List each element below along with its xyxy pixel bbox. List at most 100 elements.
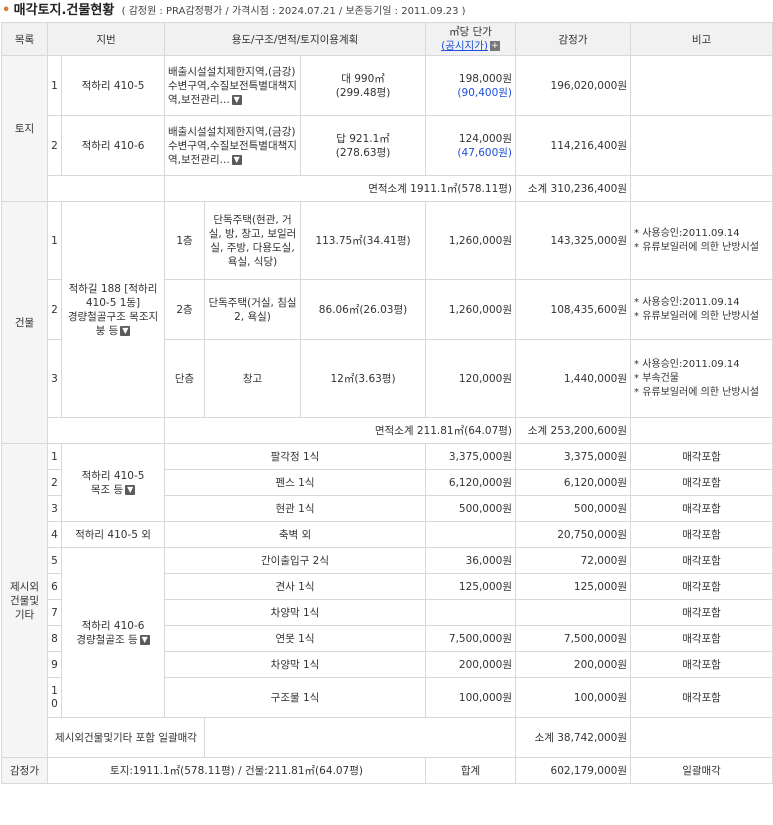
remark: 매각포함 xyxy=(630,521,773,548)
subtotal-row: 면적소계 211.81㎡(64.07평) 소계 253,200,600원 xyxy=(2,417,773,444)
remark: 매각포함 xyxy=(630,573,773,600)
row-no: 1 xyxy=(47,55,62,116)
col-category: 목록 xyxy=(1,22,48,56)
floor: 2층 xyxy=(164,279,206,340)
building-use: 단독주택(거실, 침실 2, 욕실) xyxy=(204,279,302,340)
building-use: 창고 xyxy=(204,339,302,418)
floor: 단층 xyxy=(164,339,206,418)
row-no: 2 xyxy=(47,115,62,176)
remark xyxy=(630,55,773,116)
unit-price: 125,000원 xyxy=(425,573,517,600)
land-building-table: 목록 지번 용도/구조/면적/토지이용계획 ㎡당 단가 (공시지가) + 감정가 … xyxy=(1,22,773,784)
remark: 매각포함 xyxy=(630,547,773,574)
remark: 매각포함 xyxy=(630,677,773,718)
other-lot: 적하리 410-5 목조 등 ▼ xyxy=(60,443,166,522)
other-use: 차양막 1식 xyxy=(164,599,427,626)
table-row: 건물 1 적하길 188 [적하리 410-5 1동] 경량철골구조 목조지붕 등… xyxy=(1,201,773,444)
appraisal-value: 143,325,000원 xyxy=(515,201,632,280)
building-category: 건물 xyxy=(1,201,48,444)
section-heading: • 매각토지.건물현황 ( 감정원 : PRA감정평가 / 가격시점 : 202… xyxy=(0,0,773,22)
appraisal-value: 7,500,000원 xyxy=(515,625,632,652)
remark: 매각포함 xyxy=(630,625,773,652)
unit-price: 1,260,000원 xyxy=(425,201,517,280)
total-label: 감정가 xyxy=(1,757,48,784)
unit-price: 120,000원 xyxy=(425,339,517,418)
unit-price: 100,000원 xyxy=(425,677,517,718)
row-no: 8 xyxy=(47,625,62,652)
chevron-down-icon[interactable]: ▼ xyxy=(139,634,150,645)
area-subtotal: 면적소계 1911.1㎡(578.11평) xyxy=(164,175,517,202)
land-area: 답 921.1㎡ (278.63평) xyxy=(300,115,427,176)
subtotal-row: 제시외건물및기타 포함 일괄매각 소계 38,742,000원 xyxy=(2,717,773,758)
appraisal-value: 100,000원 xyxy=(515,677,632,718)
col-unit-price: ㎡당 단가 (공시지가) + xyxy=(425,22,517,56)
building-area: 113.75㎡(34.41평) xyxy=(300,201,427,280)
unit-price: 124,000원 (47,600원) xyxy=(425,115,517,176)
unit-price: 500,000원 xyxy=(425,495,517,522)
row-no: 3 xyxy=(47,339,62,418)
remark: 매각포함 xyxy=(630,443,773,470)
unit-price: 7,500,000원 xyxy=(425,625,517,652)
subtotal: 소계 310,236,400원 xyxy=(515,175,632,202)
chevron-down-icon[interactable]: ▼ xyxy=(231,154,242,165)
official-price-link[interactable]: (공시지가) xyxy=(441,40,488,52)
row-no: 6 xyxy=(47,573,62,600)
row-no: 4 xyxy=(47,521,62,548)
remark: 매각포함 xyxy=(630,651,773,678)
unit-price xyxy=(425,599,517,626)
col-appraisal: 감정가 xyxy=(515,22,632,56)
other-use: 펜스 1식 xyxy=(164,469,427,496)
lot-number: 적하리 410-5 xyxy=(60,55,166,116)
chevron-down-icon[interactable]: ▼ xyxy=(231,94,242,105)
remark: 매각포함 xyxy=(630,599,773,626)
total-appraisal: 602,179,000원 xyxy=(515,757,632,784)
building-area: 12㎡(3.63평) xyxy=(300,339,427,418)
unit-price: 3,375,000원 xyxy=(425,443,517,470)
row-no: 2 xyxy=(47,469,62,496)
appraisal-info: ( 감정원 : PRA감정평가 / 가격시점 : 2024.07.21 / 보존… xyxy=(121,6,466,17)
row-no: 2 xyxy=(47,279,62,340)
plus-icon[interactable]: + xyxy=(489,41,500,51)
other-use: 간이출입구 2식 xyxy=(164,547,427,574)
other-use: 차양막 1식 xyxy=(164,651,427,678)
appraisal-value xyxy=(515,599,632,626)
table-row: 5 적하리 410-6 경량철골조 등 ▼ 간이출입구 2식 36,000원 72,… xyxy=(2,547,773,718)
other-lot: 적하리 410-6 경량철골조 등 ▼ xyxy=(60,547,166,718)
unit-price: 36,000원 xyxy=(425,547,517,574)
unit-price: 200,000원 xyxy=(425,651,517,678)
total-remark: 일괄매각 xyxy=(630,757,773,784)
table-row: 제시외 건물및 기타 1 적하리 410-5 목조 등 ▼ 팔각정 1식 3,375… xyxy=(1,443,773,758)
appraisal-value: 200,000원 xyxy=(515,651,632,678)
subtotal: 소계 253,200,600원 xyxy=(515,417,632,444)
other-use: 연못 1식 xyxy=(164,625,427,652)
col-lot: 지번 xyxy=(46,22,166,56)
unit-price: 198,000원 (90,400원) xyxy=(425,55,517,116)
land-use-plan: 배출시설설치제한지역,(금강)수변구역,수질보전특별대책지역,보전관리... ▼ xyxy=(164,115,302,176)
unit-price: 1,260,000원 xyxy=(425,279,517,340)
appraisal-value: 196,020,000원 xyxy=(515,55,632,116)
chevron-down-icon[interactable]: ▼ xyxy=(125,484,136,495)
area-summary: 토지:1911.1㎡(578.11평) / 건물:211.81㎡(64.07평) xyxy=(46,757,427,784)
col-use: 용도/구조/면적/토지이용계획 xyxy=(164,22,427,56)
subtotal-row: 면적소계 1911.1㎡(578.11평) 소계 310,236,400원 xyxy=(2,175,773,202)
table-header-row: 목록 지번 용도/구조/면적/토지이용계획 ㎡당 단가 (공시지가) + 감정가 … xyxy=(1,22,773,56)
remark: 매각포함 xyxy=(630,469,773,496)
floor: 1층 xyxy=(164,201,206,280)
land-use-plan: 배출시설설치제한지역,(금강)수변구역,수질보전특별대책지역,보전관리... ▼ xyxy=(164,55,302,116)
land-category: 토지 xyxy=(1,55,48,202)
chevron-down-icon[interactable]: ▼ xyxy=(120,325,131,336)
appraisal-value: 125,000원 xyxy=(515,573,632,600)
row-no: 9 xyxy=(47,651,62,678)
other-use: 팔각정 1식 xyxy=(164,443,427,470)
appraisal-value: 6,120,000원 xyxy=(515,469,632,496)
area-subtotal: 면적소계 211.81㎡(64.07평) xyxy=(164,417,517,444)
appraisal-value: 114,216,400원 xyxy=(515,115,632,176)
land-area: 대 990㎡ (299.48평) xyxy=(300,55,427,116)
other-category: 제시외 건물및 기타 xyxy=(1,443,48,758)
table-row: 4 적하리 410-5 외 축벽 외 20,750,000원 매각포함 xyxy=(2,521,773,548)
col-remarks: 비고 xyxy=(630,22,773,56)
remark: * 사용승인:2011.09.14 * 유류보일러에 의한 난방시설 xyxy=(630,279,773,340)
row-no: 3 xyxy=(47,495,62,522)
unit-price xyxy=(425,521,517,548)
building-area: 86.06㎡(26.03평) xyxy=(300,279,427,340)
